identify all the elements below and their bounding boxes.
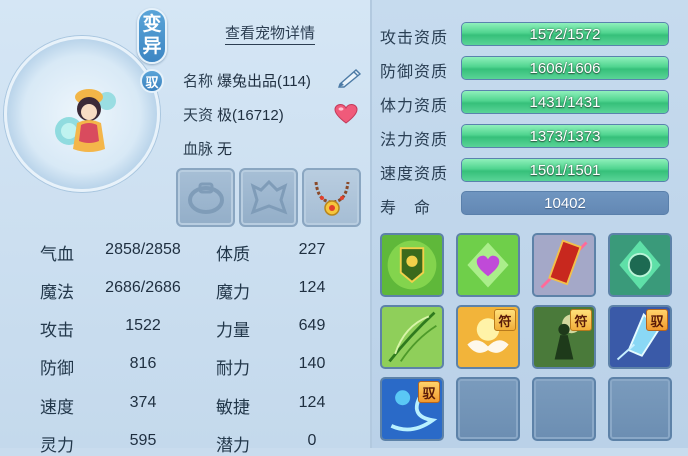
ring-icon xyxy=(188,182,224,214)
aptitude-label: 法力资质 xyxy=(380,132,449,149)
stat-value-right: 0 xyxy=(307,432,317,449)
red-scroll-icon xyxy=(534,235,594,295)
stat-label-left: 灵力 xyxy=(40,436,74,455)
life-bar: 10402 xyxy=(461,191,669,215)
rune-tag: 符 xyxy=(494,309,516,331)
mutation-char-1: 变 xyxy=(142,14,162,35)
skill-slot[interactable]: 符 xyxy=(456,305,520,369)
ride-tag: 驭 xyxy=(418,381,440,403)
aptitude-label: 体力资质 xyxy=(380,98,449,115)
aptitude-label: 攻击资质 xyxy=(380,30,449,47)
aptitude-value: 1373/1373 xyxy=(529,128,601,145)
mutation-badge: 变 异 xyxy=(137,8,167,64)
aptitude-bar: 1431/1431 xyxy=(461,90,669,114)
stat-value-left: 1522 xyxy=(125,317,161,334)
ring-slot[interactable] xyxy=(176,168,235,227)
skill-slot[interactable] xyxy=(456,233,520,297)
stat-value-right: 140 xyxy=(298,355,326,372)
necklace-slot[interactable] xyxy=(302,168,361,227)
pet-bloodline-row: 血脉无 xyxy=(183,138,232,159)
skill-slot-empty[interactable] xyxy=(456,377,520,441)
leaf-icon xyxy=(382,307,442,367)
aptitude-label: 速度资质 xyxy=(380,166,449,183)
heart-icon[interactable] xyxy=(334,103,358,125)
stat-label-right: 体质 xyxy=(216,245,250,264)
skill-slot[interactable]: 驭 xyxy=(380,377,444,441)
aptitude-bar: 1606/1606 xyxy=(461,56,669,80)
skill-slot-empty[interactable] xyxy=(532,377,596,441)
aptitude-value: 1572/1572 xyxy=(529,26,601,43)
stat-value-left: 595 xyxy=(129,432,157,449)
aptitude-label: 防御资质 xyxy=(380,64,449,81)
pet-name-row: 名称 爆兔出品(114) xyxy=(183,70,311,91)
stat-label-left: 速度 xyxy=(40,398,74,417)
life-label: 寿 命 xyxy=(380,200,432,217)
skill-slot[interactable] xyxy=(608,233,672,297)
aptitude-bar: 1501/1501 xyxy=(461,158,669,182)
aptitude-bar: 1572/1572 xyxy=(461,22,669,46)
necklace-icon xyxy=(314,181,350,216)
pet-figure-icon xyxy=(55,89,116,152)
stat-value-left: 2858/2858 xyxy=(105,241,181,258)
stat-label-left: 魔法 xyxy=(40,283,74,302)
aptitude-bar: 1373/1373 xyxy=(461,124,669,148)
rename-pencil-icon[interactable] xyxy=(336,66,364,88)
stat-label-left: 攻击 xyxy=(40,321,74,340)
skill-slot-empty[interactable] xyxy=(608,377,672,441)
stat-value-right: 649 xyxy=(298,317,326,334)
pet-talent-row: 天资 极(16712) xyxy=(183,104,284,125)
rune-tag: 符 xyxy=(570,309,592,331)
pet-talent-value: 极(16712) xyxy=(217,107,284,124)
aptitude-value: 1501/1501 xyxy=(529,162,601,179)
aptitude-value: 1606/1606 xyxy=(529,60,601,77)
stat-label-left: 防御 xyxy=(40,359,74,378)
stat-value-right: 124 xyxy=(298,394,326,411)
pet-avatar[interactable] xyxy=(4,36,160,192)
heart-gem-icon xyxy=(458,235,518,295)
pet-bloodline-value: 无 xyxy=(217,141,233,158)
skill-slot[interactable] xyxy=(380,305,444,369)
skill-slot[interactable]: 驭 xyxy=(608,305,672,369)
stat-value-right: 227 xyxy=(298,241,326,258)
pet-name-label: 名称 xyxy=(183,73,214,90)
pet-bloodline-label: 血脉 xyxy=(183,141,214,158)
stat-value-left: 2686/2686 xyxy=(105,279,181,296)
ride-tag: 驭 xyxy=(646,309,668,331)
stat-label-right: 潜力 xyxy=(216,436,250,455)
shield-banner-icon xyxy=(382,235,442,295)
armor-slot[interactable] xyxy=(239,168,298,227)
aptitude-value: 1431/1431 xyxy=(529,94,601,111)
stat-label-right: 耐力 xyxy=(216,359,250,378)
stat-label-left: 气血 xyxy=(40,245,74,264)
life-value: 10402 xyxy=(544,195,586,212)
stat-value-right: 124 xyxy=(298,279,326,296)
mutation-char-2: 异 xyxy=(142,36,162,57)
stat-label-right: 力量 xyxy=(216,321,250,340)
ride-badge: 驭 xyxy=(140,69,164,93)
green-guard-icon xyxy=(610,235,670,295)
stat-value-left: 816 xyxy=(129,355,157,372)
stat-label-right: 魔力 xyxy=(216,283,250,302)
view-pet-details-link[interactable]: 查看宠物详情 xyxy=(225,22,316,45)
skill-slot[interactable]: 符 xyxy=(532,305,596,369)
stat-value-left: 374 xyxy=(129,394,157,411)
pet-name-value: 爆兔出品(114) xyxy=(217,73,311,90)
skill-slot[interactable] xyxy=(380,233,444,297)
pet-talent-label: 天资 xyxy=(183,107,214,124)
skill-slot[interactable] xyxy=(532,233,596,297)
stat-label-right: 敏捷 xyxy=(216,398,250,417)
armor-icon xyxy=(250,179,288,215)
